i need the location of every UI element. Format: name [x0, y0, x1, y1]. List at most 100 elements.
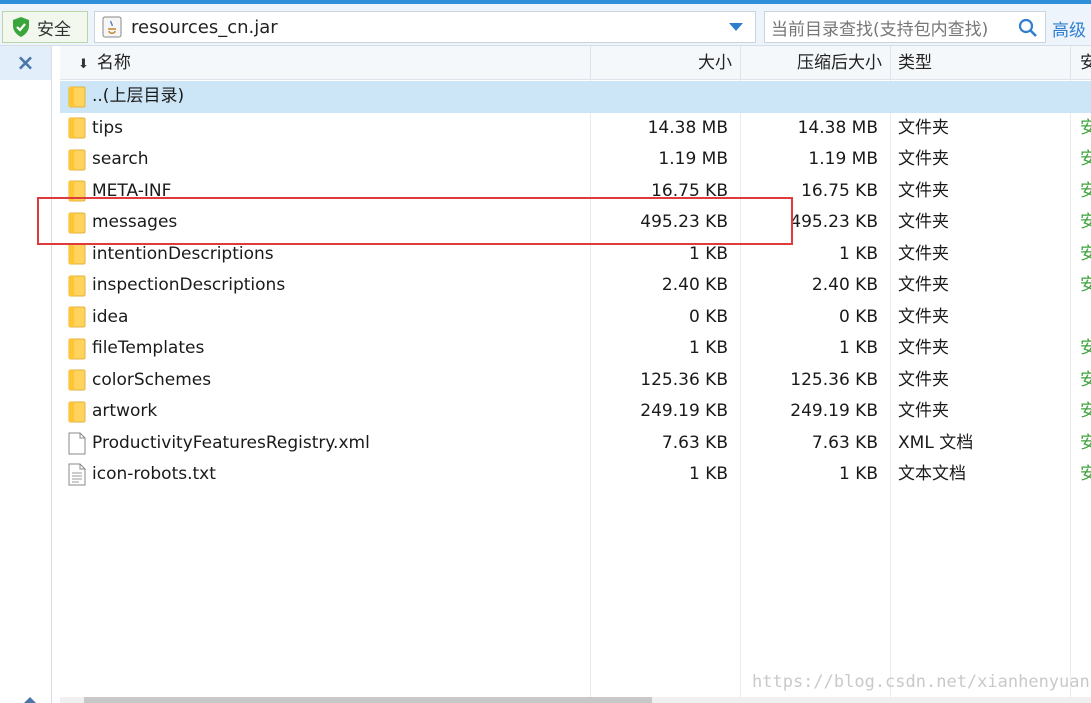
row-type: 文件夹	[898, 149, 949, 169]
address-toolbar: 安全 resources_cn.jar 当前目录查找(支持包内查找) 高级	[0, 0, 1091, 46]
row-size: 125.36 KB	[640, 369, 728, 390]
row-compressed-size	[740, 81, 878, 113]
row-type: 文本文档	[898, 464, 966, 484]
row-size: 14.38 MB	[647, 117, 728, 138]
row-name-cell: artwork	[68, 396, 157, 428]
folder-icon	[68, 338, 92, 360]
row-safe-status: 安	[1080, 401, 1091, 421]
row-compressed-size: 1.19 MB	[808, 149, 878, 169]
row-safe-status: 安	[1080, 432, 1091, 453]
table-row[interactable]: ProductivityFeaturesRegistry.xml 7.63 KB 7…	[60, 428, 1091, 460]
shield-check-icon	[13, 17, 29, 37]
table-row[interactable]: fileTemplates 1 KB 1 KB 文件夹 安	[60, 333, 1091, 365]
column-header-type[interactable]: 类型	[898, 46, 932, 80]
row-compressed-size: 249.19 KB	[790, 401, 878, 421]
jar-archive-icon	[102, 16, 122, 38]
row-safe-status: 安	[1080, 149, 1091, 169]
row-name: colorSchemes	[92, 369, 212, 390]
column-header-name[interactable]: ⬇ 名称	[78, 46, 131, 80]
row-size: 2.40 KB	[661, 275, 728, 295]
path-input[interactable]: resources_cn.jar	[94, 11, 756, 43]
row-type: 文件夹	[898, 212, 949, 232]
column-header-compressed-size[interactable]: 压缩后大小	[740, 46, 882, 80]
row-compressed-size: 1 KB	[838, 464, 878, 484]
row-safe-status: 安	[1080, 275, 1091, 295]
row-type: 文件夹	[898, 306, 949, 327]
table-row[interactable]: search 1.19 MB 1.19 MB 文件夹 安	[60, 144, 1091, 176]
row-compressed-size: 14.38 MB	[797, 117, 878, 138]
current-path: resources_cn.jar	[131, 16, 278, 38]
row-size: 0 KB	[688, 306, 728, 327]
advanced-search-link[interactable]: 高级	[1052, 16, 1086, 41]
row-name: ..(上层目录)	[92, 86, 185, 106]
row-name-cell: fileTemplates	[68, 333, 204, 365]
path-dropdown-icon[interactable]	[729, 23, 743, 31]
folder-icon	[68, 149, 92, 171]
close-icon[interactable]: ×	[16, 51, 34, 76]
row-type: 文件夹	[898, 275, 949, 295]
row-name: search	[92, 149, 149, 169]
column-header-safe[interactable]: 安	[1080, 46, 1091, 80]
search-placeholder: 当前目录查找(支持包内查找)	[771, 19, 989, 40]
table-row[interactable]: ..(上层目录)	[60, 81, 1091, 113]
search-icon[interactable]	[1017, 17, 1039, 39]
column-header: ⬇ 名称 大小 压缩后大小 类型 安	[60, 46, 1091, 80]
row-name: idea	[92, 306, 129, 327]
row-type: 文件夹	[898, 401, 949, 421]
row-safe-status: 安	[1080, 180, 1091, 201]
safe-status-button[interactable]: 安全	[2, 11, 88, 43]
column-header-size[interactable]: 大小	[590, 46, 732, 80]
row-name-cell: ..(上层目录)	[68, 81, 184, 113]
row-name-cell: colorSchemes	[68, 365, 211, 397]
annotation-highlight-box	[37, 197, 793, 245]
row-safe-status: 安	[1080, 464, 1091, 484]
row-type: 文件夹	[898, 338, 949, 358]
row-compressed-size: 125.36 KB	[790, 369, 878, 390]
horizontal-scrollbar-thumb[interactable]	[84, 697, 652, 703]
row-safe-status: 安	[1080, 212, 1091, 232]
table-row[interactable]: icon-robots.txt 1 KB 1 KB 文本文档 安	[60, 459, 1091, 491]
row-type: 文件夹	[898, 180, 949, 201]
row-name-cell: inspectionDescriptions	[68, 270, 285, 302]
row-compressed-size: 1 KB	[838, 338, 878, 358]
row-name: artwork	[92, 401, 158, 421]
folder-icon	[68, 306, 92, 328]
row-name: fileTemplates	[92, 338, 205, 358]
folder-icon	[68, 86, 92, 108]
text-file-icon	[68, 463, 92, 486]
watermark: https://blog.csdn.net/xianhenyuan	[752, 672, 1090, 692]
row-name-cell: search	[68, 144, 148, 176]
row-size: 1.19 MB	[658, 149, 728, 169]
row-compressed-size: 7.63 KB	[811, 432, 878, 453]
table-row[interactable]: colorSchemes 125.36 KB 125.36 KB 文件夹 安	[60, 365, 1091, 397]
row-name-cell: tips	[68, 113, 123, 145]
left-panel-header: ×	[0, 46, 51, 80]
row-safe-status: 安	[1080, 117, 1091, 138]
row-name-cell: idea	[68, 302, 128, 334]
folder-icon	[68, 401, 92, 423]
row-type: 文件夹	[898, 369, 949, 390]
row-name: icon-robots.txt	[92, 464, 216, 484]
table-row[interactable]: artwork 249.19 KB 249.19 KB 文件夹 安	[60, 396, 1091, 428]
table-row[interactable]: inspectionDescriptions 2.40 KB 2.40 KB 文件夹 安	[60, 270, 1091, 302]
row-size: 1 KB	[688, 464, 728, 484]
table-row[interactable]: tips 14.38 MB 14.38 MB 文件夹 安	[60, 113, 1091, 145]
row-type: 文件夹	[898, 243, 949, 264]
sort-down-icon: ⬇	[78, 57, 89, 72]
search-input[interactable]: 当前目录查找(支持包内查找)	[764, 11, 1046, 43]
folder-icon	[68, 117, 92, 139]
row-safe-status: 安	[1080, 243, 1091, 264]
table-row[interactable]: idea 0 KB 0 KB 文件夹	[60, 302, 1091, 334]
file-list: ⬇ 名称 大小 压缩后大小 类型 安 ..(上层目录) tips 14.38 MB 14…	[60, 46, 1091, 703]
row-name: inspectionDescriptions	[92, 275, 286, 295]
folder-icon	[68, 275, 92, 297]
folder-icon	[68, 243, 92, 265]
row-compressed-size: 2.40 KB	[811, 275, 878, 295]
row-size: 1 KB	[688, 338, 728, 358]
folder-icon	[68, 369, 92, 391]
row-size: 249.19 KB	[640, 401, 728, 421]
scroll-up-icon[interactable]	[24, 697, 36, 703]
file-icon	[68, 432, 92, 455]
row-name-cell: icon-robots.txt	[68, 459, 216, 491]
row-name: ProductivityFeaturesRegistry.xml	[92, 432, 370, 453]
